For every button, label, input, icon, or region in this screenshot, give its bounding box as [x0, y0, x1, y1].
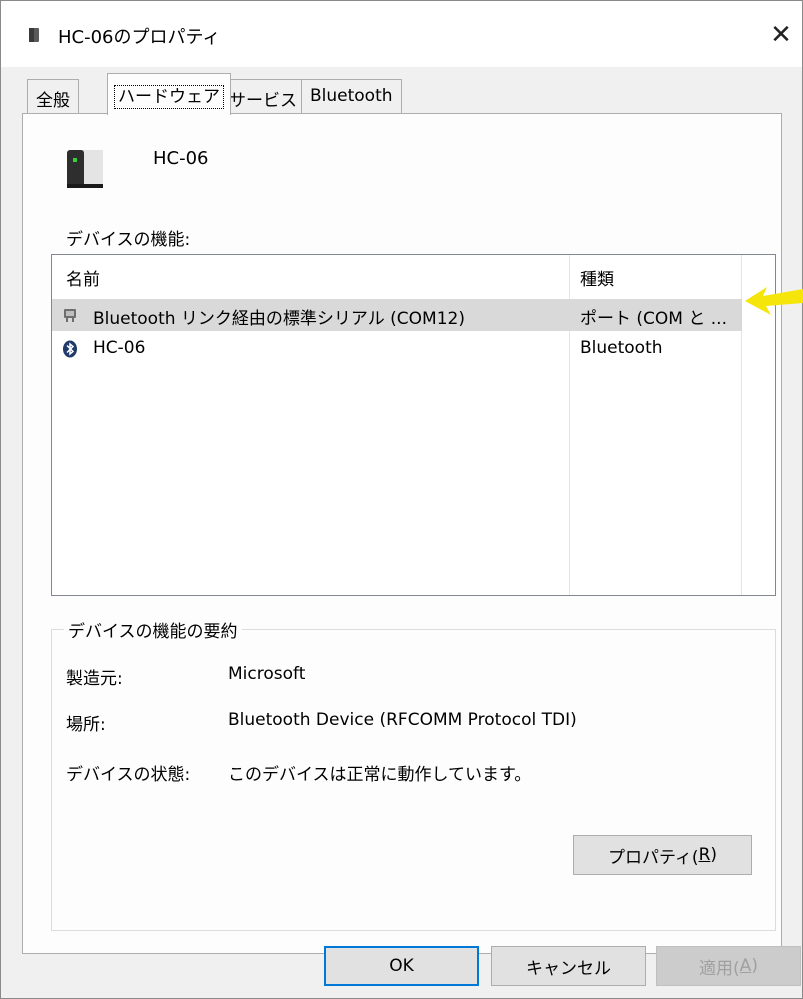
- properties-dialog: HC-06のプロパティ ✕ 全般 ハードウェア サービス Bluetooth H…: [0, 0, 803, 999]
- status-value: このデバイスは正常に動作しています。: [228, 765, 532, 785]
- properties-button[interactable]: プロパティ(R): [573, 835, 752, 875]
- device-functions-label: デバイスの機能:: [66, 230, 191, 250]
- cancel-button[interactable]: キャンセル: [491, 946, 646, 986]
- properties-button-accesskey: R: [698, 845, 711, 865]
- annotation-arrow-icon: [745, 287, 803, 315]
- row-type: ポート (COM と ...: [580, 309, 727, 329]
- port-icon: [64, 309, 76, 322]
- ok-button-label: OK: [389, 956, 414, 976]
- location-label: 場所:: [66, 715, 106, 735]
- list-header: 名前 種類: [52, 255, 775, 295]
- location-value: Bluetooth Device (RFCOMM Protocol TDI): [228, 710, 577, 730]
- tab-hardware[interactable]: ハードウェア: [107, 73, 231, 115]
- tab-services[interactable]: サービス: [220, 79, 306, 113]
- manufacturer-label: 製造元:: [66, 669, 123, 689]
- list-row-hc06[interactable]: HC-06 Bluetooth: [52, 333, 742, 365]
- close-button[interactable]: ✕: [761, 15, 801, 55]
- properties-button-label: プロパティ(: [607, 847, 699, 868]
- device-name: HC-06: [153, 148, 209, 169]
- cancel-button-label: キャンセル: [526, 958, 611, 979]
- row-type: Bluetooth: [580, 338, 663, 358]
- apply-button-accesskey: A: [739, 956, 752, 976]
- window-title: HC-06のプロパティ: [58, 27, 221, 48]
- device-icon: [67, 150, 103, 188]
- list-row-serial-port[interactable]: Bluetooth リンク経由の標準シリアル (COM12) ポート (COM …: [52, 299, 742, 331]
- functions-list[interactable]: 名前 種類 Bluetooth リンク経由の標準シリアル (COM12) ポート…: [51, 254, 776, 596]
- tab-bluetooth[interactable]: Bluetooth: [301, 79, 402, 113]
- apply-button-suffix: ): [751, 956, 758, 976]
- close-icon: ✕: [770, 20, 792, 50]
- bluetooth-icon: [63, 340, 77, 358]
- tab-label: サービス: [229, 91, 297, 111]
- tab-label: Bluetooth: [310, 86, 393, 106]
- apply-button-label: 適用(: [699, 958, 740, 979]
- row-name: Bluetooth リンク経由の標準シリアル (COM12): [93, 309, 465, 329]
- column-header-name[interactable]: 名前: [66, 265, 100, 290]
- device-small-icon: [29, 28, 39, 42]
- status-label: デバイスの状態:: [66, 765, 191, 785]
- ok-button[interactable]: OK: [324, 946, 479, 986]
- tab-label: 全般: [36, 91, 70, 111]
- title-bar[interactable]: HC-06のプロパティ ✕: [1, 1, 802, 67]
- tab-label: ハードウェア: [114, 85, 224, 109]
- column-header-type[interactable]: 種類: [580, 265, 614, 290]
- summary-group-title: デバイスの機能の要約: [64, 617, 242, 642]
- manufacturer-value: Microsoft: [228, 664, 306, 684]
- row-name: HC-06: [93, 338, 146, 358]
- tab-general[interactable]: 全般: [27, 79, 79, 113]
- apply-button[interactable]: 適用(A): [656, 946, 801, 986]
- properties-button-suffix: ): [710, 845, 718, 865]
